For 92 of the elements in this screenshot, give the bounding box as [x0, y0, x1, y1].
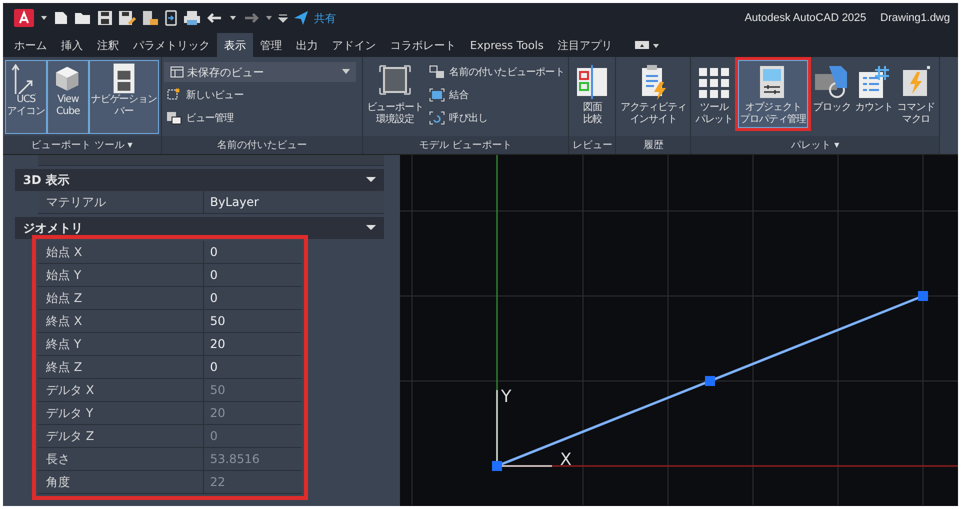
share-icon[interactable] — [293, 10, 309, 26]
customize-icon[interactable] — [278, 13, 288, 23]
ribbon-small-button[interactable]: 名前の付いたビューポート — [427, 62, 566, 82]
ribbon-tab[interactable]: 出力 — [289, 33, 325, 57]
ribbon-button[interactable]: カウント — [853, 60, 896, 128]
app-title: Autodesk AutoCAD 2025 — [744, 12, 866, 24]
ribbon-button[interactable]: ツール パレット — [693, 60, 736, 128]
ribbon-button[interactable]: ナビゲーション バー — [89, 60, 159, 134]
property-label: デルタ Y — [38, 402, 204, 424]
ribbon-small-button[interactable]: ビュー管理 — [164, 108, 356, 128]
share-label[interactable]: 共有 — [314, 10, 336, 26]
app-logo-icon[interactable] — [13, 8, 35, 28]
ribbon-button[interactable]: 図面 比較 — [571, 60, 614, 128]
property-value: 20 — [209, 405, 226, 422]
restore-icon — [429, 111, 446, 125]
property-value: 53.8516 — [209, 451, 261, 468]
ribbon-button[interactable]: ブロック — [811, 60, 854, 128]
named-viewports-icon — [429, 65, 446, 79]
property-label: 始点 X — [38, 241, 204, 263]
caret-icon — [342, 69, 350, 75]
ribbon-group-title[interactable]: モデル ビューポート — [362, 136, 568, 154]
view-manager-icon — [166, 111, 182, 125]
ribbon-button[interactable]: View Cube — [47, 60, 89, 134]
ribbon-small-button[interactable]: 新しいビュー — [164, 85, 356, 105]
caret-icon[interactable] — [229, 15, 237, 21]
ribbon-tab[interactable]: パラメトリック — [126, 33, 217, 57]
x-axis-label: X — [560, 450, 572, 470]
ribbon-tab[interactable]: 表示 — [217, 33, 253, 57]
new-file-icon[interactable] — [53, 10, 69, 26]
section-title: 3D 表示 — [23, 172, 70, 188]
section-header[interactable]: 3D 表示 — [15, 169, 384, 191]
ribbon-button[interactable]: UCS アイコン — [5, 60, 47, 134]
join-icon — [429, 88, 446, 102]
ribbon-group-title[interactable]: レビュー — [569, 136, 616, 154]
property-value[interactable]: 0 — [204, 356, 302, 378]
redo-icon[interactable] — [242, 11, 260, 25]
ribbon-tab[interactable]: Express Tools — [463, 33, 551, 57]
property-label: 始点 Z — [38, 287, 204, 309]
ribbon-small-button[interactable]: 結合 — [427, 85, 566, 105]
ribbon-group-title[interactable]: ビューポート ツール ▾ — [3, 136, 161, 154]
property-label: 始点 Y — [38, 264, 204, 286]
property-label: 長さ — [38, 448, 204, 470]
save-icon[interactable] — [97, 10, 113, 26]
save-as-icon[interactable] — [118, 10, 136, 26]
property-value[interactable]: 20 — [204, 333, 302, 355]
property-value[interactable]: ByLayer — [204, 191, 384, 213]
property-value: 0 — [209, 428, 219, 445]
selected-line-drawing[interactable] — [492, 291, 928, 471]
ribbon-button[interactable]: オブジェクト プロパティ管理 — [738, 60, 808, 128]
ribbon-tab[interactable]: ホーム — [7, 33, 54, 57]
ribbon-group-title[interactable]: パレット ▾ — [691, 136, 940, 154]
view-icon — [170, 66, 184, 78]
property-value: 50 — [209, 382, 226, 399]
document-title: Drawing1.dwg — [880, 12, 950, 24]
property-value[interactable]: 0 — [204, 287, 302, 309]
folder-icon[interactable] — [74, 10, 92, 26]
property-label: 角度 — [38, 471, 204, 493]
ribbon-tab[interactable]: 挿入 — [54, 33, 90, 57]
y-axis-label: Y — [501, 387, 512, 407]
ribbon-button[interactable]: ビューポート 環境設定 — [364, 60, 426, 128]
ribbon-tab[interactable]: アドイン — [325, 33, 383, 57]
ribbon-small-button[interactable]: 呼び出し — [427, 108, 566, 128]
property-value[interactable]: 0 — [204, 241, 302, 263]
ribbon-tab[interactable]: 注目アプリ — [550, 33, 620, 57]
caret-icon[interactable] — [265, 15, 273, 21]
property-value[interactable]: 50 — [204, 310, 302, 332]
ribbon-group-title[interactable]: 履歴 — [616, 136, 690, 154]
property-label: 終点 X — [38, 310, 204, 332]
ribbon-tab[interactable]: コラボレート — [383, 33, 463, 57]
ribbon-group-title[interactable]: 名前の付いたビュー — [162, 136, 362, 154]
caret-icon[interactable] — [40, 15, 48, 21]
ribbon-button[interactable]: アクティビティ インサイト — [618, 60, 688, 128]
property-value[interactable]: 0 — [204, 264, 302, 286]
property-label: 終点 Y — [38, 333, 204, 355]
collapse-icon[interactable] — [366, 177, 376, 183]
property-value: 22 — [209, 474, 226, 491]
ribbon-button[interactable]: コマンド マクロ — [895, 60, 938, 128]
view-dropdown[interactable]: 未保存のビュー — [164, 62, 356, 82]
ucs-icon — [496, 389, 553, 467]
ribbon-tab[interactable]: 管理 — [253, 33, 289, 57]
new-view-icon — [166, 88, 182, 102]
property-label: デルタ X — [38, 379, 204, 401]
print-icon[interactable] — [183, 10, 201, 26]
property-label: 終点 Z — [38, 356, 204, 378]
panel-toggle-icon[interactable] — [634, 39, 660, 51]
section-title: ジオメトリ — [23, 220, 83, 236]
tablet-folder-icon[interactable] — [141, 10, 159, 26]
property-label: マテリアル — [38, 191, 204, 213]
ribbon-tab[interactable]: 注釈 — [90, 33, 126, 57]
property-label: デルタ Z — [38, 425, 204, 447]
undo-icon[interactable] — [206, 11, 224, 25]
collapse-icon[interactable] — [366, 225, 376, 231]
